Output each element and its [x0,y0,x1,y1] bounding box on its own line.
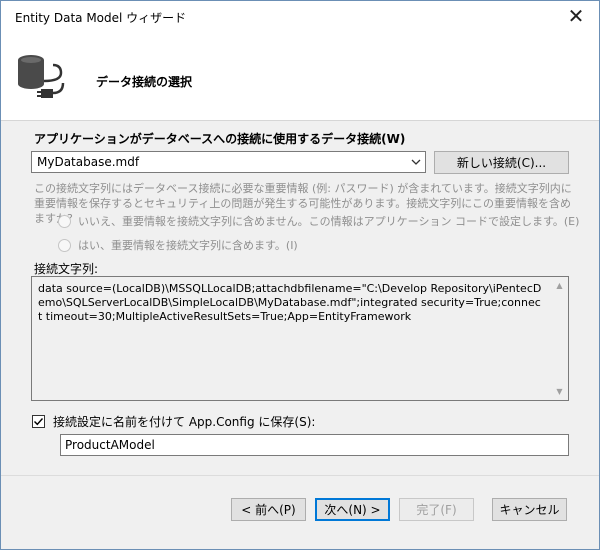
scroll-up-icon[interactable]: ▲ [551,277,568,294]
radio-include-sensitive[interactable]: はい、重要情報を接続文字列に含めます。(I) [58,237,298,253]
finish-button[interactable]: 完了(F) [399,498,474,521]
radio-exclude-label: いいえ、重要情報を接続文字列に含めません。この情報はアプリケーション コードで設… [78,215,580,228]
wizard-window: Entity Data Model ウィザード ✕ データ接続の選択 アプリケー… [0,0,600,550]
connection-string-label: 接続文字列: [34,262,99,276]
wizard-header: データ接続の選択 [1,31,599,121]
config-name-input[interactable] [61,435,568,455]
radio-include-label: はい、重要情報を接続文字列に含めます。(I) [78,239,298,252]
connection-select[interactable]: MyDatabase.mdf [31,151,426,173]
chevron-down-icon[interactable] [407,152,425,172]
checkmark-icon [34,418,44,426]
back-button[interactable]: < 前へ(P) [231,498,306,521]
connection-string-box[interactable]: data source=(LocalDB)\MSSQLLocalDB;attac… [31,276,569,401]
radio-exclude-sensitive[interactable]: いいえ、重要情報を接続文字列に含めません。この情報はアプリケーション コードで設… [58,213,579,229]
cancel-button[interactable]: キャンセル [492,498,567,521]
scroll-down-icon[interactable]: ▼ [551,383,568,400]
wizard-footer: < 前へ(P) 次へ(N) > 完了(F) キャンセル [1,475,599,549]
connection-label: アプリケーションがデータベースへの接続に使用するデータ接続(W) [34,132,406,146]
radio-button-icon[interactable] [58,238,71,252]
connection-string-value: data source=(LocalDB)\MSSQLLocalDB;attac… [38,282,542,323]
database-plug-icon [18,55,65,98]
save-config-label: 接続設定に名前を付けて App.Config に保存(S): [53,415,316,429]
close-button[interactable]: ✕ [553,1,599,31]
save-config-checkbox-row[interactable]: 接続設定に名前を付けて App.Config に保存(S): [32,413,315,430]
radio-button-icon[interactable] [58,214,71,228]
config-name-field[interactable] [60,434,569,456]
save-config-checkbox[interactable] [32,415,45,428]
new-connection-button[interactable]: 新しい接続(C)... [434,151,569,174]
next-button[interactable]: 次へ(N) > [315,498,390,521]
scrollbar[interactable]: ▲ ▼ [551,277,568,400]
close-icon: ✕ [567,4,585,28]
connection-select-value: MyDatabase.mdf [37,155,140,169]
title-bar: Entity Data Model ウィザード ✕ [1,1,599,31]
window-title: Entity Data Model ウィザード [15,11,187,25]
page-title: データ接続の選択 [96,75,193,89]
